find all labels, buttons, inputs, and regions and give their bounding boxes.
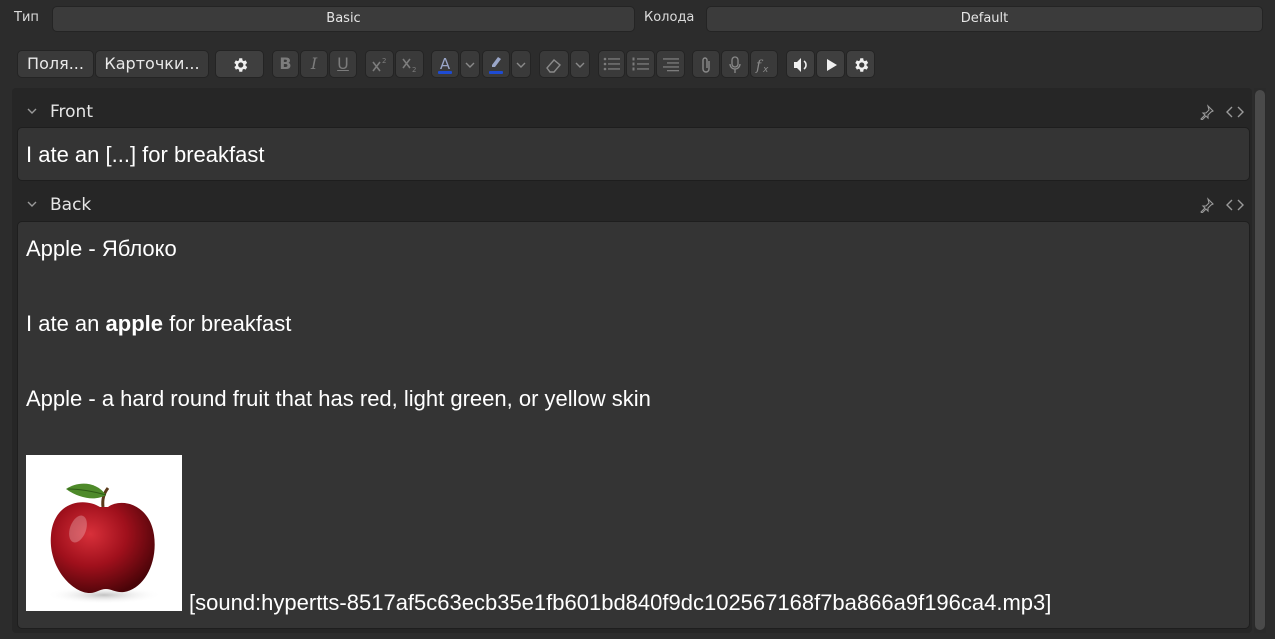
scrollbar-thumb[interactable] (1255, 90, 1265, 630)
superscript-icon: 2 (371, 57, 386, 72)
cards-button[interactable]: Карточки... (95, 50, 209, 78)
microphone-icon (729, 56, 741, 73)
note-type-bar: Тип Basic Колода Default (0, 0, 1275, 38)
bold-button[interactable]: B (272, 50, 299, 78)
math-button[interactable]: fx (750, 50, 778, 78)
italic-button[interactable]: I (300, 50, 328, 78)
deck-label: Колода (644, 10, 695, 25)
tts-speak-button[interactable] (786, 50, 815, 78)
underline-button[interactable]: U (329, 50, 357, 78)
deck-select[interactable]: Default (706, 6, 1263, 32)
back-line-translation: Apple - Яблоко (26, 236, 177, 261)
sound-tag: [sound:hypertts-8517af5c63ecb35e1fb601bd… (189, 590, 1052, 615)
apple-image[interactable] (26, 455, 182, 611)
editor-toolbar: Поля... Карточки... B I U 2 2 A f x (0, 48, 1275, 80)
paperclip-icon (702, 57, 710, 73)
example-bold-word: apple (105, 311, 163, 336)
chevron-down-icon (465, 62, 475, 68)
editor-options-button[interactable] (215, 50, 264, 78)
highlighter-icon (492, 57, 501, 67)
play-button[interactable] (816, 50, 845, 78)
gear-icon (233, 58, 247, 72)
bullet-list-button[interactable] (598, 50, 625, 78)
highlight-color-button[interactable] (482, 50, 510, 78)
apple-picture (46, 483, 162, 604)
fields-button[interactable]: Поля... (17, 50, 94, 78)
speaker-icon (793, 58, 807, 72)
record-audio-button[interactable] (721, 50, 749, 78)
numbered-list-icon (632, 57, 649, 71)
clear-format-dropdown[interactable] (570, 50, 590, 78)
back-line-example: I ate an apple for breakfast (26, 311, 291, 337)
align-icon (662, 58, 679, 72)
field-editor-back[interactable]: Apple - Яблоко I ate an apple for breakf… (17, 221, 1250, 629)
svg-text:2: 2 (412, 66, 416, 74)
highlight-color-swatch (489, 71, 503, 74)
field-name-front: Front (50, 102, 93, 122)
front-text: I ate an [...] for breakfast (26, 142, 265, 167)
svg-text:x: x (762, 65, 769, 74)
pin-icon[interactable] (1199, 197, 1215, 213)
eraser-icon (546, 59, 561, 73)
subscript-icon: 2 (401, 58, 416, 74)
chevron-down-icon (516, 62, 526, 68)
html-editor-icon[interactable] (1226, 197, 1244, 213)
note-type-select[interactable]: Basic (52, 6, 635, 32)
text-color-button[interactable]: A (431, 50, 459, 78)
field-header-back: Back (16, 194, 1256, 216)
svg-text:2: 2 (382, 57, 386, 65)
type-label: Тип (14, 10, 39, 25)
pin-icon[interactable] (1199, 104, 1215, 120)
collapse-chevron-icon[interactable] (26, 105, 38, 117)
play-icon (826, 59, 837, 71)
function-icon: fx (755, 58, 769, 74)
attach-button[interactable] (692, 50, 720, 78)
text-color-dropdown[interactable] (460, 50, 480, 78)
field-name-back: Back (50, 195, 92, 215)
tts-settings-button[interactable] (846, 50, 875, 78)
bullet-list-icon (603, 57, 620, 71)
gear-icon (854, 58, 868, 72)
clear-format-button[interactable] (539, 50, 569, 78)
text-color-swatch (438, 71, 452, 74)
example-post: for breakfast (162, 311, 292, 336)
chevron-down-icon (575, 62, 585, 68)
collapse-chevron-icon[interactable] (26, 198, 38, 210)
alignment-button[interactable] (656, 50, 685, 78)
highlight-color-dropdown[interactable] (511, 50, 531, 78)
field-editor-front[interactable]: I ate an [...] for breakfast (17, 127, 1250, 181)
field-header-front: Front (16, 101, 1256, 123)
example-pre: I ate an (26, 311, 106, 336)
back-line-definition: Apple - a hard round fruit that has red,… (26, 386, 651, 411)
subscript-button[interactable]: 2 (395, 50, 424, 78)
superscript-button[interactable]: 2 (365, 50, 394, 78)
numbered-list-button[interactable] (626, 50, 655, 78)
html-editor-icon[interactable] (1226, 104, 1244, 120)
